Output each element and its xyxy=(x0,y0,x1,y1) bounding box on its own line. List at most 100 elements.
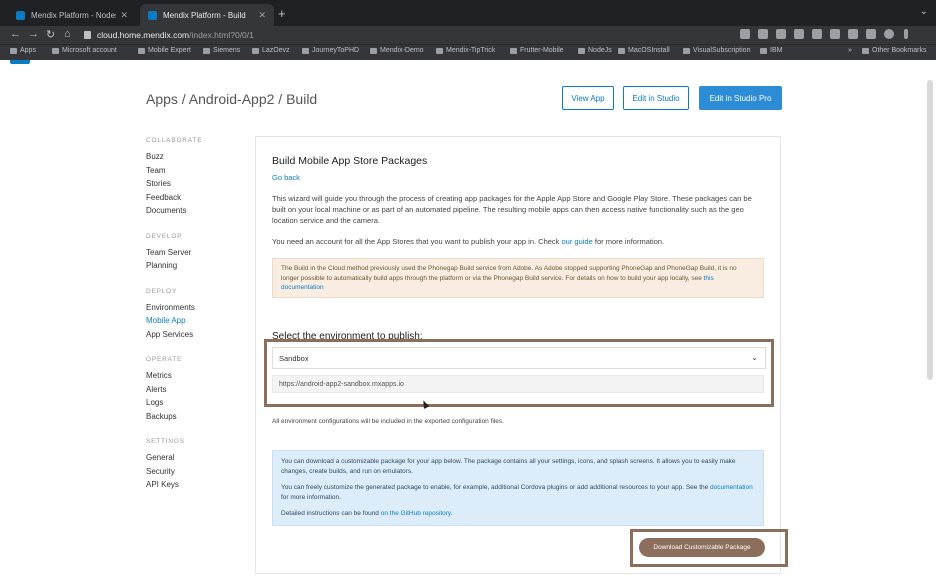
sidebar-item-general[interactable]: General xyxy=(146,451,246,465)
bookmark-item[interactable]: MacOSInstall xyxy=(618,47,670,54)
scroll-thumb[interactable] xyxy=(927,80,933,380)
bookmark-label: Siemens xyxy=(213,47,241,54)
folder-icon xyxy=(760,47,767,54)
sidebar-item-feedback[interactable]: Feedback xyxy=(146,191,246,205)
browser-tab-nodes[interactable]: Mendix Platform - Nodes ✕ xyxy=(8,4,136,26)
folder-icon xyxy=(252,47,259,54)
sidebar-item-backups[interactable]: Backups xyxy=(146,410,246,424)
info-text: Detailed instructions can be found xyxy=(281,510,381,517)
extension-icon[interactable] xyxy=(848,29,858,39)
bookmark-item[interactable]: Mendix-Demo xyxy=(370,47,424,54)
go-back-link[interactable]: Go back xyxy=(272,173,300,182)
our-guide-link[interactable]: our guide xyxy=(562,237,593,246)
sidebar-section-title: DEVELOP xyxy=(146,232,183,240)
reload-icon[interactable]: ↻ xyxy=(46,28,55,41)
sidebar-item-environments[interactable]: Environments xyxy=(146,301,246,315)
tab-label: Mendix Platform - Build xyxy=(163,10,246,20)
edit-in-studio-button[interactable]: Edit in Studio xyxy=(623,86,689,110)
bookmark-label: Apps xyxy=(20,47,36,54)
account-text-pre: You need an account for all the App Stor… xyxy=(272,237,562,246)
bookmark-item[interactable]: Frutter-Mobile xyxy=(510,47,564,54)
sidebar-item-documents[interactable]: Documents xyxy=(146,204,246,218)
sidebar-item-planning[interactable]: Planning xyxy=(146,259,246,273)
folder-icon xyxy=(618,47,625,54)
bookmark-item[interactable]: Mobile Expert xyxy=(138,47,191,54)
other-bookmarks[interactable]: Other Bookmarks xyxy=(862,47,926,54)
sidebar-item-team[interactable]: Team xyxy=(146,164,246,178)
view-app-button[interactable]: View App xyxy=(562,86,614,110)
extension-icon[interactable] xyxy=(830,29,840,39)
bookmark-apps[interactable]: Apps xyxy=(10,47,36,54)
folder-icon xyxy=(302,47,309,54)
info-text: for more information. xyxy=(281,493,341,501)
bookmark-item[interactable]: JourneyToPHD xyxy=(302,47,359,54)
sidebar-item-api-keys[interactable]: API Keys xyxy=(146,478,246,492)
sidebar-section-title: DEPLOY xyxy=(146,287,178,295)
bookmark-item[interactable]: LazOevz xyxy=(252,47,290,54)
folder-icon xyxy=(52,47,59,54)
page: Apps / Android-App2 / Build View App Edi… xyxy=(0,60,936,586)
highlight-box xyxy=(630,529,788,567)
sidebar-item-app-services[interactable]: App Services xyxy=(146,328,246,342)
back-icon[interactable]: ← xyxy=(10,28,21,40)
tab-search-icon[interactable]: ⌄ xyxy=(920,6,928,17)
bookmark-item[interactable]: IBM xyxy=(760,47,782,54)
tab-close-icon[interactable]: ✕ xyxy=(258,10,266,21)
bookmark-label: VisualSubscription xyxy=(693,47,751,54)
sidebar-item-security[interactable]: Security xyxy=(146,465,246,479)
bookmark-label: Microsoft account xyxy=(62,47,117,54)
menu-icon[interactable] xyxy=(904,29,908,39)
url-field[interactable]: cloud.home.mendix.com/index.html?0/0/1 xyxy=(84,27,254,43)
sidebar-section-title: OPERATE xyxy=(146,356,183,363)
bookmarks-overflow-icon[interactable]: » xyxy=(848,47,852,54)
bookmark-label: IBM xyxy=(770,47,783,54)
info-text: . xyxy=(450,510,453,517)
forward-icon[interactable]: → xyxy=(28,28,39,40)
sidebar-item-stories[interactable]: Stories xyxy=(146,177,246,191)
bookmark-label: Mendix-TipTrick xyxy=(446,47,496,54)
lock-icon xyxy=(84,31,91,39)
address-bar: ← → ↻ ⌂ cloud.home.mendix.com/index.html… xyxy=(0,26,936,44)
info-paragraph: You can freely customize the generated p… xyxy=(281,483,755,502)
bookmark-item[interactable]: Siemens xyxy=(203,47,240,54)
scrollbar[interactable] xyxy=(927,80,933,580)
info-paragraph: You can download a customizable package … xyxy=(281,458,736,475)
documentation-link[interactable]: documentation xyxy=(710,484,753,491)
sidebar-section-title: COLLABORATE xyxy=(146,137,203,144)
sidebar-item-mobile-app[interactable]: Mobile App xyxy=(146,314,246,328)
account-text-post: for more information. xyxy=(592,237,665,246)
extension-icon[interactable] xyxy=(758,29,768,39)
info-paragraph: Detailed instructions can be found on th… xyxy=(281,509,755,519)
extension-icon[interactable] xyxy=(794,29,804,39)
sidebar-item-metrics[interactable]: Metrics xyxy=(146,369,246,383)
folder-icon xyxy=(203,47,210,54)
sidebar-item-logs[interactable]: Logs xyxy=(146,396,246,410)
tab-close-icon[interactable]: ✕ xyxy=(120,10,128,21)
bookmark-label: JourneyToPHD xyxy=(312,47,360,54)
github-repository-link[interactable]: on the GitHub repository xyxy=(381,510,451,517)
browser-tab-bar: Mendix Platform - Nodes ✕ Mendix Platfor… xyxy=(0,0,936,26)
puzzle-icon[interactable] xyxy=(866,29,876,39)
home-icon[interactable]: ⌂ xyxy=(64,28,71,40)
apps-grid-icon xyxy=(10,47,17,54)
bookmark-item[interactable]: Mendix-TipTrick xyxy=(436,47,495,54)
folder-icon xyxy=(862,47,869,54)
edit-in-studio-pro-button[interactable]: Edit in Studio Pro xyxy=(699,86,782,110)
sidebar-item-team-server[interactable]: Team Server xyxy=(146,246,246,260)
new-tab-button[interactable]: + xyxy=(278,6,286,21)
extension-icon[interactable] xyxy=(812,29,822,39)
sidebar: COLLABORATE Buzz Team Stories Feedback D… xyxy=(146,137,246,492)
bookmark-label: NodeJs xyxy=(588,47,612,54)
bookmark-label: Frutter-Mobile xyxy=(520,47,564,54)
bookmark-item[interactable]: Microsoft account xyxy=(52,47,117,54)
browser-tab-build[interactable]: Mendix Platform - Build ✕ xyxy=(140,4,274,26)
config-note: All environment configurations will be i… xyxy=(272,418,504,425)
bookmark-item[interactable]: VisualSubscription xyxy=(683,47,750,54)
sidebar-item-alerts[interactable]: Alerts xyxy=(146,383,246,397)
extension-icon[interactable] xyxy=(740,29,750,39)
intro-text: This wizard will guide you through the p… xyxy=(272,194,752,225)
sidebar-item-buzz[interactable]: Buzz xyxy=(146,150,246,164)
extension-icon[interactable] xyxy=(776,29,786,39)
profile-avatar[interactable] xyxy=(884,29,894,39)
bookmark-item[interactable]: NodeJs xyxy=(578,47,612,54)
